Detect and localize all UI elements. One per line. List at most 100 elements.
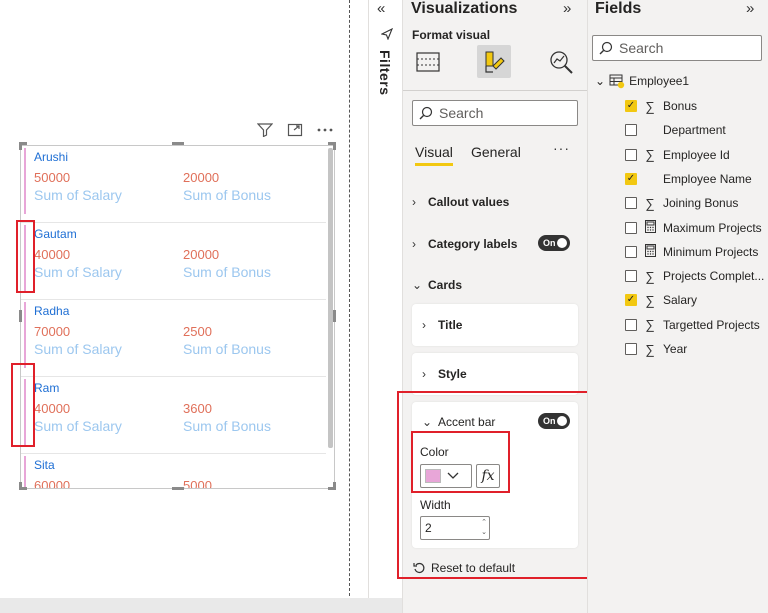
resize-handle[interactable] — [172, 487, 184, 490]
calculator-icon — [643, 243, 657, 260]
field-checkbox[interactable] — [625, 221, 637, 234]
field-label: Employee Name — [663, 171, 752, 186]
field-checkbox[interactable]: ✓ — [625, 294, 637, 307]
section-label: Category labels — [428, 237, 518, 251]
bonus-value: 5000 — [183, 478, 212, 489]
chevron-right-icon: › — [422, 318, 426, 332]
section-label: Callout values — [428, 195, 510, 209]
accent-bar — [24, 148, 26, 214]
field-label: Department — [663, 123, 726, 138]
filter-pane-icon — [380, 27, 394, 43]
build-visual-icon[interactable] — [411, 45, 445, 78]
field-item[interactable]: ∑ Employee Id — [625, 145, 730, 165]
resize-handle[interactable] — [19, 482, 22, 490]
field-item[interactable]: Department — [625, 120, 726, 140]
resize-handle[interactable] — [19, 310, 22, 322]
section-cards[interactable]: ⌄ Cards — [412, 273, 578, 297]
chevron-right-icon: › — [412, 237, 416, 251]
field-checkbox[interactable] — [625, 270, 637, 283]
field-label: Minimum Projects — [663, 244, 759, 259]
field-checkbox[interactable] — [625, 124, 637, 137]
section-title[interactable]: › Title — [412, 313, 578, 337]
card-row[interactable]: Gautam 40000 20000 Sum of Salary Sum of Bonu… — [21, 223, 326, 300]
style-card[interactable]: › Style — [412, 353, 578, 395]
divider — [403, 90, 588, 91]
resize-handle[interactable] — [333, 310, 336, 322]
field-checkbox[interactable] — [625, 197, 637, 210]
more-tabs-icon[interactable]: ··· — [553, 140, 570, 156]
category-labels-toggle[interactable]: On — [538, 235, 570, 251]
field-item[interactable]: ✓ Employee Name — [625, 169, 752, 189]
tab-general[interactable]: General — [471, 144, 521, 160]
sigma-icon: ∑ — [645, 292, 655, 308]
table-name: Employee1 — [629, 74, 690, 88]
card-title: Sita — [34, 458, 55, 472]
field-checkbox[interactable] — [625, 343, 637, 355]
sigma-icon: ∑ — [645, 98, 655, 114]
bonus-label: Sum of Bonus — [183, 187, 271, 203]
section-label: Cards — [428, 278, 463, 292]
resize-handle[interactable] — [19, 142, 22, 150]
analytics-icon[interactable] — [544, 45, 578, 78]
sigma-icon: ∑ — [645, 341, 655, 357]
field-item[interactable]: ∑ Targetted Projects — [625, 315, 760, 335]
field-item[interactable]: ∑ Joining Bonus — [625, 193, 738, 213]
resize-handle[interactable] — [333, 482, 336, 490]
card-row[interactable]: Radha 70000 2500 Sum of Salary Sum of Bonus — [21, 300, 326, 377]
resize-handle[interactable] — [333, 142, 336, 150]
fields-title: Fields — [595, 0, 642, 17]
field-label: Salary — [663, 293, 698, 308]
card-title: Radha — [34, 304, 70, 318]
field-item[interactable]: Minimum Projects — [625, 242, 758, 262]
salary-value: 40000 — [34, 401, 71, 416]
table-employee1[interactable]: ⌄ Employee1 — [595, 73, 689, 89]
vertical-scrollbar[interactable] — [328, 148, 333, 448]
sigma-icon: ∑ — [645, 147, 655, 163]
field-item[interactable]: Maximum Projects — [625, 218, 762, 238]
visualizations-pane: Visualizations » Format visual Search Vi… — [397, 0, 602, 613]
title-card[interactable]: › Title — [412, 304, 578, 346]
format-search-input[interactable]: Search — [412, 100, 578, 126]
format-visual-icon[interactable] — [477, 45, 511, 78]
collapse-fields-icon[interactable]: » — [746, 0, 754, 17]
field-checkbox[interactable] — [625, 245, 637, 258]
field-checkbox[interactable] — [625, 318, 637, 331]
report-canvas[interactable]: Arushi 50000 20000 Sum of Salary Sum of Bonu… — [0, 0, 350, 596]
field-label: Year — [663, 342, 688, 356]
section-category-labels[interactable]: › Category labels On — [412, 232, 578, 256]
expand-filters-icon[interactable]: « — [377, 0, 385, 17]
card-row[interactable]: Ram 40000 3600 Sum of Salary Sum of Bonus — [21, 377, 326, 454]
field-checkbox[interactable]: ✓ — [625, 100, 637, 112]
more-options-icon[interactable] — [316, 122, 334, 138]
bonus-value: 20000 — [183, 170, 220, 185]
field-item[interactable]: ∑ Projects Complet... — [625, 266, 764, 286]
field-checkbox[interactable]: ✓ — [625, 172, 637, 185]
card-title: Arushi — [34, 150, 69, 164]
field-label: Targetted Projects — [663, 317, 760, 332]
section-label: Title — [438, 318, 463, 332]
field-label: Employee Id — [663, 147, 730, 162]
horizontal-scrollbar[interactable] — [0, 598, 402, 613]
collapse-visualizations-icon[interactable]: » — [563, 0, 571, 17]
salary-label: Sum of Salary — [34, 418, 122, 434]
bonus-label: Sum of Bonus — [183, 341, 271, 357]
card-row[interactable]: Arushi 50000 20000 Sum of Salary Sum of Bonu… — [21, 146, 326, 223]
tab-visual[interactable]: Visual — [415, 144, 453, 166]
chevron-right-icon: › — [412, 195, 416, 209]
fields-search-input[interactable]: Search — [592, 35, 762, 61]
field-item[interactable]: ✓ ∑ Salary — [625, 290, 697, 310]
focus-mode-icon[interactable] — [286, 122, 304, 138]
field-item[interactable]: ✓ ∑ Bonus — [625, 96, 697, 116]
card-row[interactable]: Sita600005000Sum of SalarySum of Bonus — [21, 454, 326, 489]
filter-icon[interactable] — [256, 122, 274, 138]
salary-value: 50000 — [34, 170, 71, 185]
resize-handle[interactable] — [172, 142, 184, 145]
multi-row-card-visual[interactable]: Arushi 50000 20000 Sum of Salary Sum of Bonu… — [20, 145, 335, 489]
visualizations-title: Visualizations — [411, 0, 518, 17]
highlight-box — [411, 431, 510, 493]
filters-label[interactable]: Filters — [377, 50, 393, 96]
field-item[interactable]: ∑ Year — [625, 339, 687, 359]
section-callout-values[interactable]: › Callout values — [412, 190, 578, 214]
field-checkbox[interactable] — [625, 148, 637, 161]
section-style[interactable]: › Style — [412, 362, 578, 386]
